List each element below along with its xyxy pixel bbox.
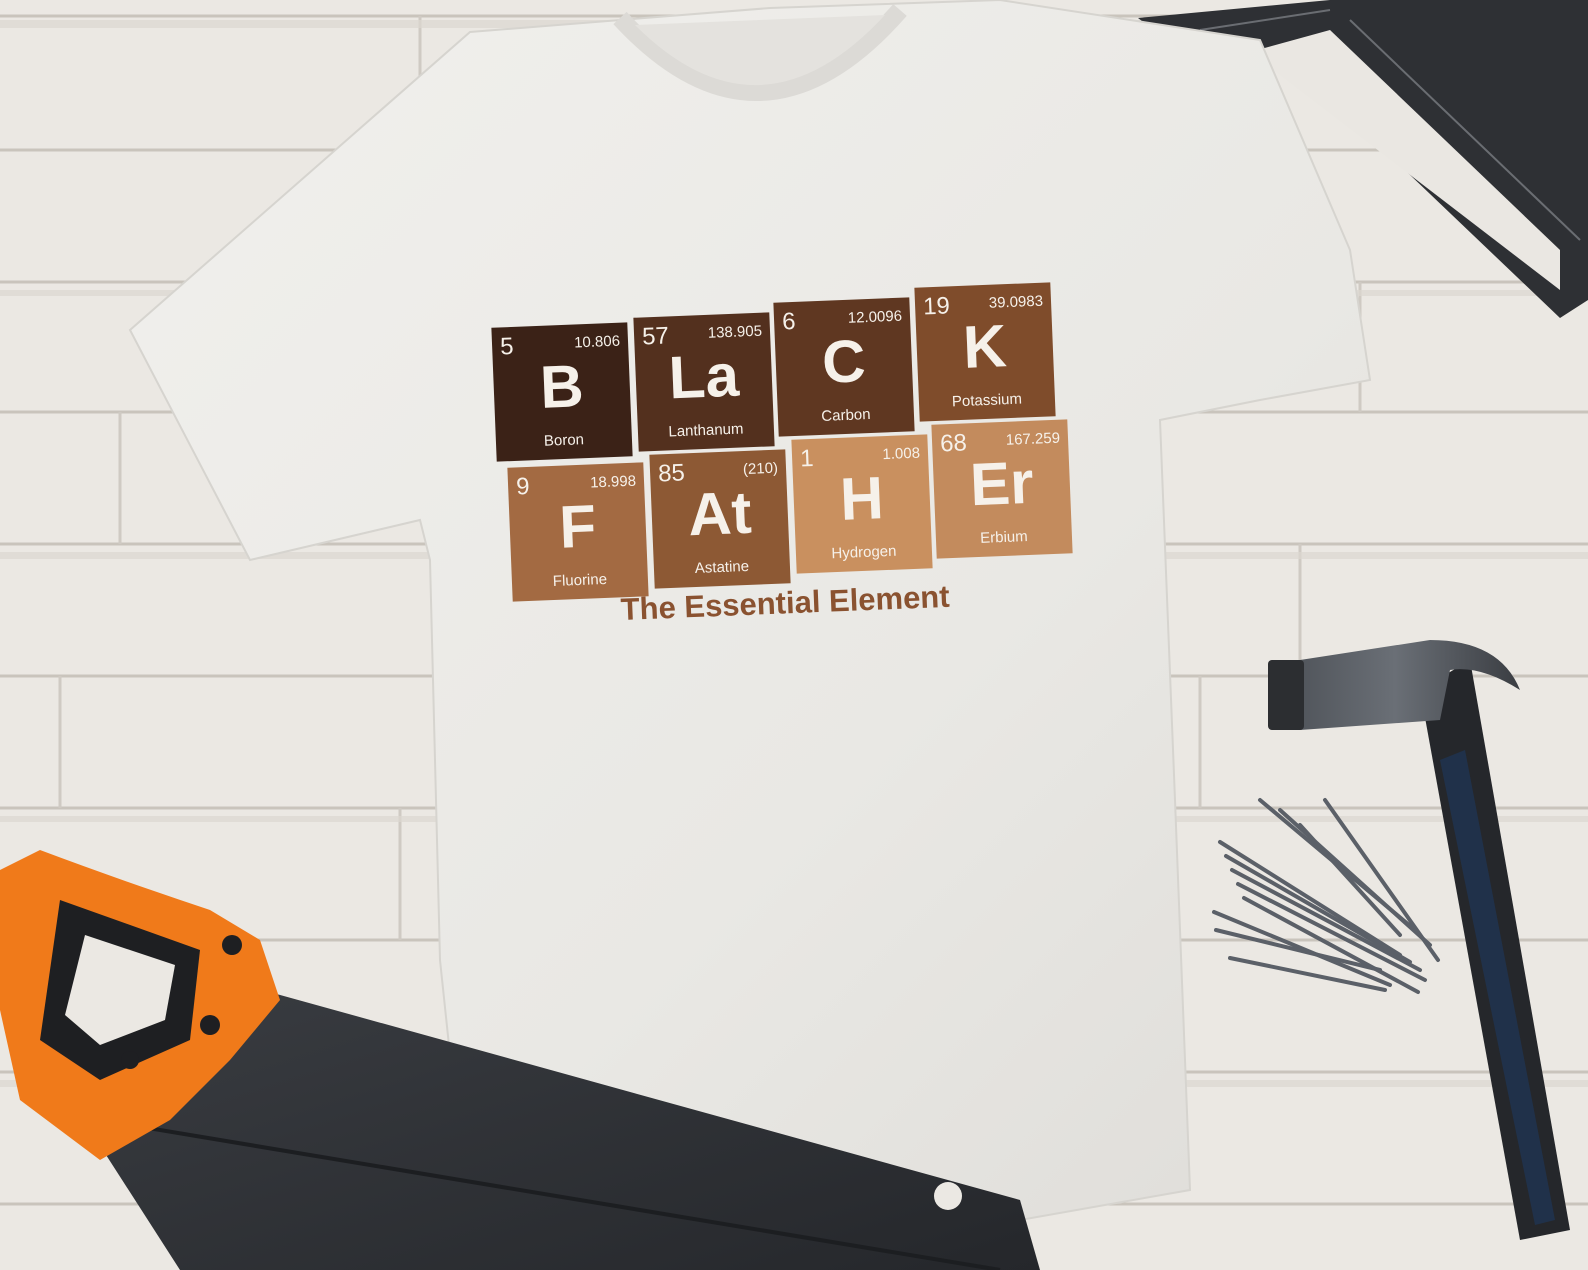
element-symbol: C (820, 327, 867, 396)
element-name: Boron (543, 431, 585, 450)
atomic-mass: 39.0983 (988, 292, 1044, 312)
element-name: Carbon (821, 405, 871, 425)
element-tile-hydrogen: 1 1.008 H Hydrogen (791, 434, 933, 574)
atomic-mass: 1.008 (882, 444, 921, 464)
atomic-mass: 18.998 (589, 472, 637, 492)
atomic-mass: (210) (742, 459, 779, 479)
element-tile-potassium: 19 39.0983 K Potassium (914, 282, 1056, 422)
element-name: Hydrogen (831, 542, 897, 563)
element-symbol: Er (968, 448, 1035, 519)
shirt-print: 5 10.806 B Boron 57 138.905 La Lanthanum… (0, 0, 1588, 1270)
element-name: Astatine (694, 557, 750, 578)
element-tile-fluorine: 9 18.998 F Fluorine (507, 462, 649, 602)
element-symbol: F (558, 492, 598, 561)
element-tile-erbium: 68 167.259 Er Erbium (931, 419, 1073, 559)
element-symbol: K (961, 312, 1008, 381)
element-symbol: At (686, 478, 753, 549)
element-symbol: La (667, 341, 741, 412)
element-name: Fluorine (552, 570, 608, 591)
atomic-mass: 12.0096 (847, 307, 903, 327)
element-tile-astatine: 85 (210) At Astatine (649, 449, 791, 589)
element-symbol: B (538, 352, 585, 421)
element-tile-carbon: 6 12.0096 C Carbon (773, 297, 915, 437)
element-name: Lanthanum (668, 420, 744, 441)
atomic-mass: 138.905 (707, 322, 763, 342)
element-name: Potassium (951, 390, 1023, 411)
element-tile-boron: 5 10.806 B Boron (491, 322, 633, 462)
atomic-mass: 10.806 (573, 332, 621, 352)
atomic-mass: 167.259 (1005, 429, 1061, 449)
element-name: Erbium (979, 528, 1029, 547)
element-tile-lanthanum: 57 138.905 La Lanthanum (633, 312, 775, 452)
element-symbol: H (838, 464, 885, 533)
